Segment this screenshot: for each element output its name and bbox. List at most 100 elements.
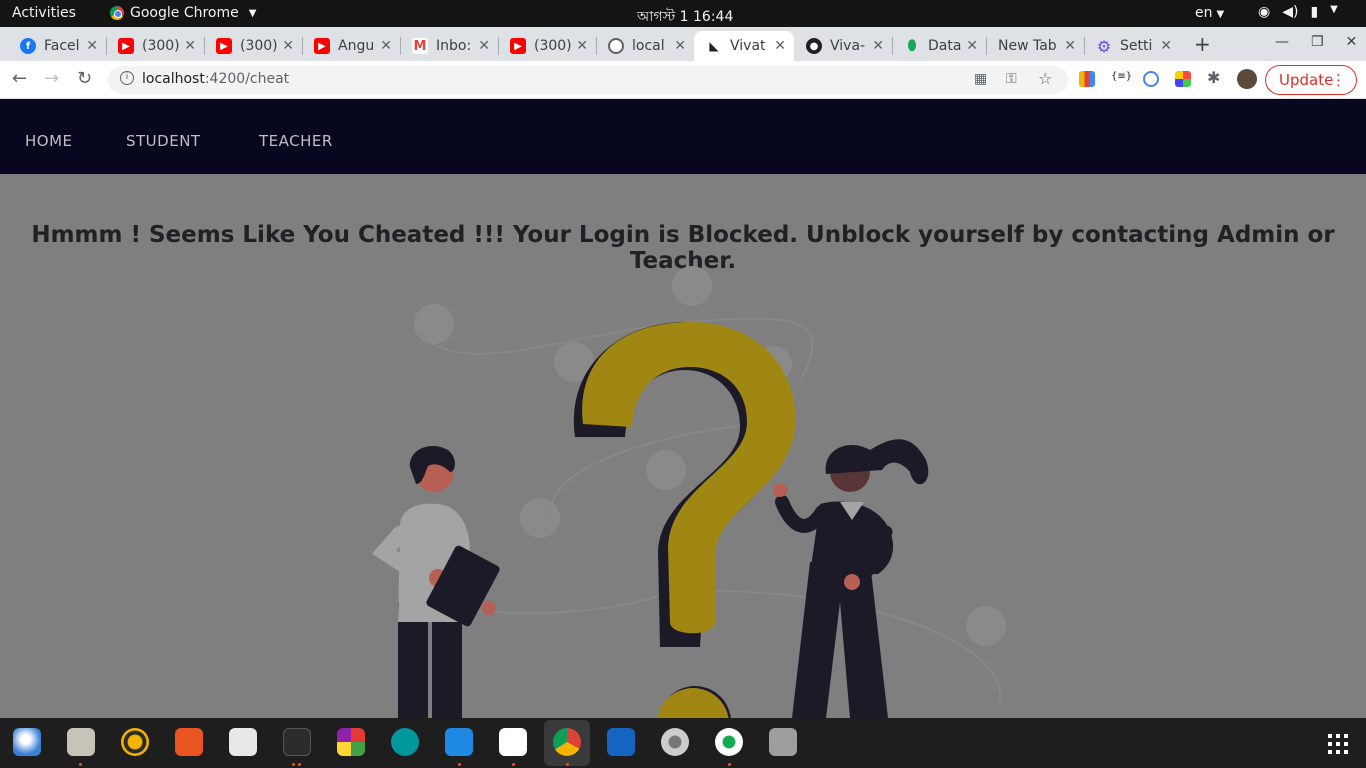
- chevron-down-icon: ▼: [1216, 9, 1225, 20]
- close-icon[interactable]: ✕: [478, 38, 490, 54]
- app-icon: ◣: [706, 38, 722, 54]
- tab[interactable]: ▶ (300) ✕: [106, 31, 204, 61]
- tab-active[interactable]: ◣ Vivat ✕: [694, 31, 794, 61]
- nav-student[interactable]: STUDENT: [126, 132, 201, 150]
- battery-icon: ▮: [1310, 4, 1319, 20]
- close-icon[interactable]: ✕: [674, 38, 686, 54]
- youtube-icon: ▶: [118, 38, 134, 54]
- close-icon[interactable]: ✕: [966, 38, 978, 54]
- minimize-icon[interactable]: —: [1275, 34, 1289, 50]
- tab[interactable]: ● Viva- ✕: [794, 31, 892, 61]
- star-icon[interactable]: ☆: [1038, 69, 1052, 88]
- clock[interactable]: আগস্ট 1 16:44: [637, 5, 733, 29]
- reader-icon[interactable]: [229, 728, 257, 756]
- extension-icon[interactable]: [1143, 71, 1159, 87]
- docs-icon[interactable]: [607, 728, 635, 756]
- color-picker-icon[interactable]: [1175, 71, 1191, 87]
- close-icon[interactable]: ✕: [872, 38, 884, 54]
- disk-icon[interactable]: [769, 728, 797, 756]
- software-center-icon[interactable]: [175, 728, 203, 756]
- tab-title: (300): [240, 38, 278, 54]
- system-tray[interactable]: ◉ ◀) ▮ ▼: [1258, 4, 1338, 20]
- close-window-icon[interactable]: ✕: [1346, 34, 1358, 50]
- app-navbar: HOME STUDENT TEACHER: [0, 99, 1366, 174]
- avatar[interactable]: [1237, 69, 1257, 89]
- tab[interactable]: ▶ Angu ✕: [302, 31, 400, 61]
- update-button[interactable]: Update ⋮: [1265, 65, 1357, 95]
- chrome-icon[interactable]: [553, 728, 581, 756]
- tab[interactable]: ▶ (300) ✕: [204, 31, 302, 61]
- tab-title: Vivat: [730, 38, 766, 54]
- close-icon[interactable]: ✕: [380, 38, 392, 54]
- nav-teacher[interactable]: TEACHER: [259, 132, 333, 150]
- new-tab-button[interactable]: +: [1194, 32, 1211, 56]
- close-icon[interactable]: ✕: [184, 38, 196, 54]
- chevron-down-icon: ▼: [248, 7, 257, 19]
- puzzle-icon[interactable]: ✱: [1207, 68, 1223, 87]
- nav-home[interactable]: HOME: [25, 132, 73, 150]
- activities-button[interactable]: Activities: [12, 5, 76, 21]
- close-icon[interactable]: ✕: [1064, 38, 1076, 54]
- tab[interactable]: M Inbo: ✕: [400, 31, 498, 61]
- language-label: en: [1195, 5, 1213, 21]
- github-icon: ●: [806, 38, 822, 54]
- rhythmbox-icon[interactable]: [121, 728, 149, 756]
- settings-icon[interactable]: [661, 728, 689, 756]
- tab[interactable]: ⬮ Data ✕: [892, 31, 986, 61]
- chrome-icon: [110, 6, 124, 20]
- restore-icon[interactable]: ❐: [1311, 34, 1324, 50]
- tab-title: (300): [534, 38, 572, 54]
- url-text[interactable]: localhost:4200/cheat: [142, 71, 289, 87]
- show-applications-icon[interactable]: [1328, 734, 1348, 754]
- key-icon[interactable]: ⚿: [1006, 71, 1017, 87]
- app-grid-icon[interactable]: [337, 728, 365, 756]
- woman-figure: [773, 439, 929, 718]
- close-icon[interactable]: ✕: [282, 38, 294, 54]
- tab-title: Facel: [44, 38, 80, 54]
- arduino-icon[interactable]: [391, 728, 419, 756]
- wifi-icon: ◉: [1258, 4, 1271, 20]
- window-controls: — ❐ ✕: [1275, 34, 1357, 50]
- tab[interactable]: New Tab ✕: [986, 31, 1084, 61]
- dock: [0, 718, 1366, 768]
- terminal-icon[interactable]: [283, 728, 311, 756]
- back-arrow-icon[interactable]: ←: [12, 68, 27, 89]
- tab[interactable]: f Facel ✕: [8, 31, 106, 61]
- address-bar[interactable]: i localhost:4200/cheat ▦ ⚿ ☆: [108, 66, 1068, 94]
- mongodb-icon: ⬮: [907, 38, 917, 54]
- system-top-bar: Activities Google Chrome ▼ আগস্ট 1 16:44…: [0, 0, 1366, 27]
- url-path: :4200/cheat: [204, 71, 290, 87]
- tab-title: Viva-: [830, 38, 866, 54]
- files-icon[interactable]: [67, 728, 95, 756]
- youtube-icon: ▶: [216, 38, 232, 54]
- reload-icon[interactable]: ↻: [77, 68, 92, 89]
- more-vert-icon: ⋮: [1331, 71, 1346, 89]
- tab[interactable]: ⚙ Setti ✕: [1084, 31, 1180, 61]
- qr-code-icon[interactable]: ▦: [974, 71, 987, 87]
- text-editor-icon[interactable]: [499, 728, 527, 756]
- forward-arrow-icon[interactable]: →: [44, 68, 59, 89]
- app-name: Google Chrome: [130, 5, 239, 21]
- tab-title: Angu: [338, 38, 375, 54]
- vscode-icon[interactable]: [445, 728, 473, 756]
- mongodb-compass-icon[interactable]: [715, 728, 743, 756]
- extension-icon[interactable]: [1079, 71, 1095, 87]
- thunderbird-icon[interactable]: [13, 728, 41, 756]
- language-indicator[interactable]: en ▼: [1195, 5, 1224, 21]
- close-icon[interactable]: ✕: [576, 38, 588, 54]
- man-figure: [371, 446, 500, 718]
- close-icon[interactable]: ✕: [86, 38, 98, 54]
- tab-title: local: [632, 38, 665, 54]
- site-info-icon[interactable]: i: [120, 71, 134, 85]
- app-menu[interactable]: Google Chrome ▼: [110, 5, 256, 21]
- tab-title: (300): [142, 38, 180, 54]
- json-extension-icon[interactable]: {≡}: [1111, 71, 1132, 87]
- tab-title: Inbo:: [436, 38, 472, 54]
- settings-gear-icon: ⚙: [1096, 36, 1112, 56]
- close-icon[interactable]: ✕: [1160, 38, 1172, 54]
- youtube-icon: ▶: [510, 38, 526, 54]
- tab[interactable]: ▶ (300) ✕: [498, 31, 596, 61]
- close-icon[interactable]: ✕: [774, 38, 786, 54]
- tab[interactable]: local ✕: [596, 31, 694, 61]
- facebook-icon: f: [20, 38, 36, 54]
